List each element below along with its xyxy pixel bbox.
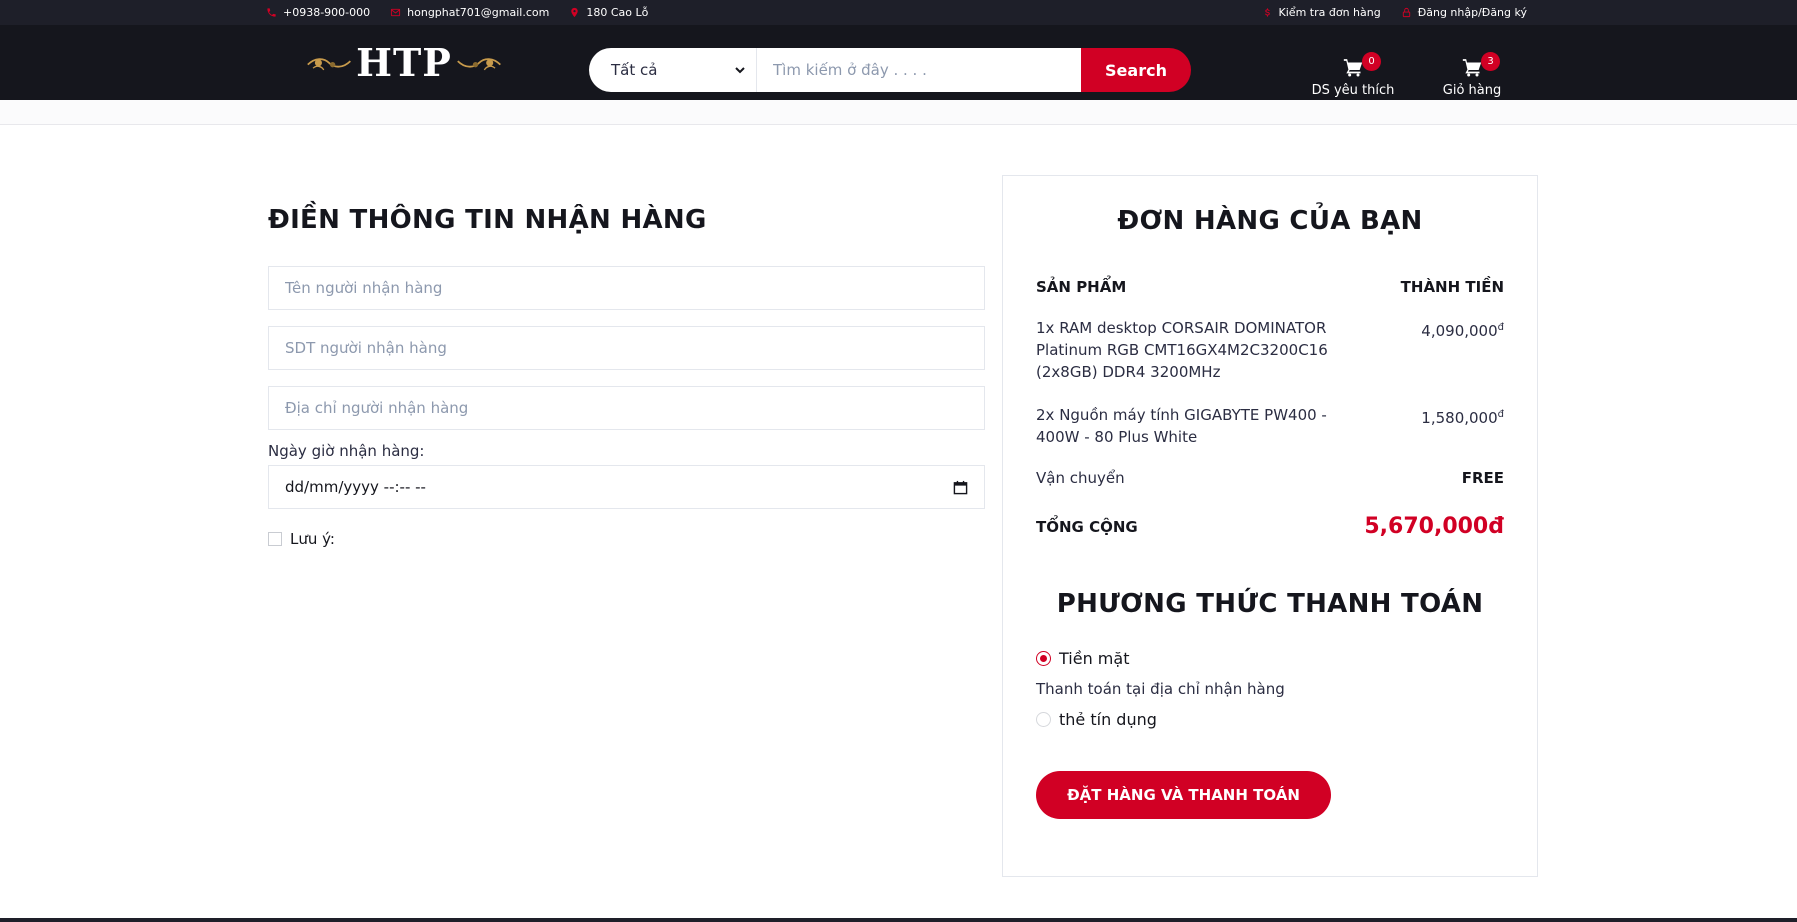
account-links: Kiểm tra đơn hàng Đăng nhập/Đăng ký bbox=[1242, 6, 1527, 19]
email-text: hongphat701@gmail.com bbox=[407, 6, 550, 19]
order-title: ĐƠN HÀNG CỦA BẠN bbox=[1117, 206, 1423, 236]
total-row: TỔNG CỘNG 5,670,000đ bbox=[1036, 514, 1504, 539]
wishlist-count-badge: 0 bbox=[1362, 52, 1381, 71]
search-input[interactable] bbox=[757, 48, 1081, 92]
order-item-name: 2x Nguồn máy tính GIGABYTE PW400 - 400W … bbox=[1036, 406, 1327, 446]
address-text: 180 Cao Lỗ bbox=[586, 6, 649, 19]
login-link[interactable]: Đăng nhập/Đăng ký bbox=[1401, 6, 1527, 19]
order-summary: ĐƠN HÀNG CỦA BẠN SẢN PHẨM THÀNH TIỀN 1x … bbox=[1002, 175, 1538, 877]
shipping-form: ĐIỀN THÔNG TIN NHẬN HÀNG Ngày giờ nhận h… bbox=[268, 205, 985, 548]
note-label: Lưu ý: bbox=[290, 530, 335, 548]
cart-button[interactable]: 3 Giỏ hàng bbox=[1434, 52, 1510, 98]
shipping-value: FREE bbox=[1461, 469, 1504, 487]
order-item: 1x RAM desktop CORSAIR DOMINATOR Platinu… bbox=[1036, 317, 1504, 383]
card-label: thẻ tín dụng bbox=[1059, 710, 1157, 729]
email-link[interactable]: hongphat701@gmail.com bbox=[390, 6, 549, 19]
site-logo[interactable]: HTP bbox=[306, 37, 502, 87]
total-value: 5,670,000đ bbox=[1364, 514, 1504, 539]
dollar-icon bbox=[1264, 8, 1270, 17]
category-select[interactable]: Tất cả bbox=[589, 48, 757, 92]
lock-icon bbox=[1402, 7, 1410, 18]
wishlist-label: DS yêu thích bbox=[1311, 83, 1395, 98]
address-link[interactable]: 180 Cao Lỗ bbox=[569, 6, 648, 19]
cash-radio[interactable] bbox=[1036, 651, 1051, 666]
envelope-icon bbox=[391, 8, 401, 17]
order-item-price: 1,580,000đ bbox=[1421, 409, 1504, 427]
shipping-label: Vận chuyển bbox=[1036, 469, 1125, 487]
footer-edge bbox=[0, 918, 1797, 922]
calendar-icon[interactable] bbox=[953, 480, 968, 495]
logo-text: HTP bbox=[356, 39, 452, 85]
recipient-address-input[interactable] bbox=[268, 386, 985, 430]
check-order-text: Kiểm tra đơn hàng bbox=[1278, 6, 1381, 19]
delivery-datetime-input[interactable]: dd/mm/yyyy --:-- -- bbox=[268, 465, 985, 509]
map-marker-icon bbox=[571, 7, 579, 18]
place-order-button[interactable]: ĐẶT HÀNG VÀ THANH TOÁN bbox=[1036, 771, 1331, 819]
note-toggle[interactable]: Lưu ý: bbox=[268, 530, 985, 548]
cart-label: Giỏ hàng bbox=[1442, 83, 1502, 98]
wishlist-button[interactable]: 0 DS yêu thích bbox=[1308, 52, 1398, 98]
payment-option-cash[interactable]: Tiền mặt bbox=[1036, 649, 1504, 668]
search-button[interactable]: Search bbox=[1081, 48, 1191, 92]
note-checkbox[interactable] bbox=[268, 532, 282, 546]
cart-icon bbox=[1343, 59, 1363, 77]
total-column-header: THÀNH TIỀN bbox=[1400, 278, 1504, 296]
login-text: Đăng nhập/Đăng ký bbox=[1417, 6, 1527, 19]
ornament-right-icon bbox=[457, 58, 501, 71]
phone-icon bbox=[267, 8, 276, 17]
phone-text: +0938-900-000 bbox=[283, 6, 371, 19]
shipping-row: Vận chuyển FREE bbox=[1036, 469, 1504, 487]
cash-label: Tiền mặt bbox=[1059, 649, 1130, 668]
phone-link[interactable]: +0938-900-000 bbox=[266, 6, 370, 19]
cart-count-badge: 3 bbox=[1481, 52, 1500, 71]
product-column-header: SẢN PHẨM bbox=[1036, 278, 1127, 296]
payment-title: PHƯƠNG THỨC THANH TOÁN bbox=[1056, 589, 1484, 619]
order-item: 2x Nguồn máy tính GIGABYTE PW400 - 400W … bbox=[1036, 404, 1504, 448]
chevron-down-icon bbox=[735, 67, 745, 74]
top-bar: +0938-900-000 hongphat701@gmail.com 180 … bbox=[0, 0, 1797, 25]
order-item-price: 4,090,000đ bbox=[1421, 322, 1504, 340]
category-selected: Tất cả bbox=[611, 61, 658, 79]
contact-info: +0938-900-000 hongphat701@gmail.com 180 … bbox=[266, 6, 668, 19]
recipient-phone-input[interactable] bbox=[268, 326, 985, 370]
recipient-name-input[interactable] bbox=[268, 266, 985, 310]
order-item-name: 1x RAM desktop CORSAIR DOMINATOR Platinu… bbox=[1036, 319, 1328, 381]
main-header: HTP Tất cả Search 0 DS yêu thích 3 Giỏ h… bbox=[0, 25, 1797, 100]
search-bar: Tất cả Search bbox=[589, 48, 1191, 92]
cash-description: Thanh toán tại địa chỉ nhận hàng bbox=[1036, 680, 1285, 698]
total-label: TỔNG CỘNG bbox=[1036, 517, 1138, 536]
card-radio[interactable] bbox=[1036, 712, 1051, 727]
ornament-left-icon bbox=[307, 58, 351, 71]
order-header-row: SẢN PHẨM THÀNH TIỀN bbox=[1036, 278, 1504, 296]
shipping-title: ĐIỀN THÔNG TIN NHẬN HÀNG bbox=[268, 205, 707, 235]
payment-option-card[interactable]: thẻ tín dụng bbox=[1036, 710, 1504, 729]
cart-icon bbox=[1462, 59, 1482, 77]
delivery-date-label: Ngày giờ nhận hàng: bbox=[268, 442, 425, 460]
delivery-datetime-value: dd/mm/yyyy --:-- -- bbox=[285, 478, 426, 496]
check-order-link[interactable]: Kiểm tra đơn hàng bbox=[1262, 6, 1381, 19]
sub-navigation bbox=[0, 100, 1797, 125]
